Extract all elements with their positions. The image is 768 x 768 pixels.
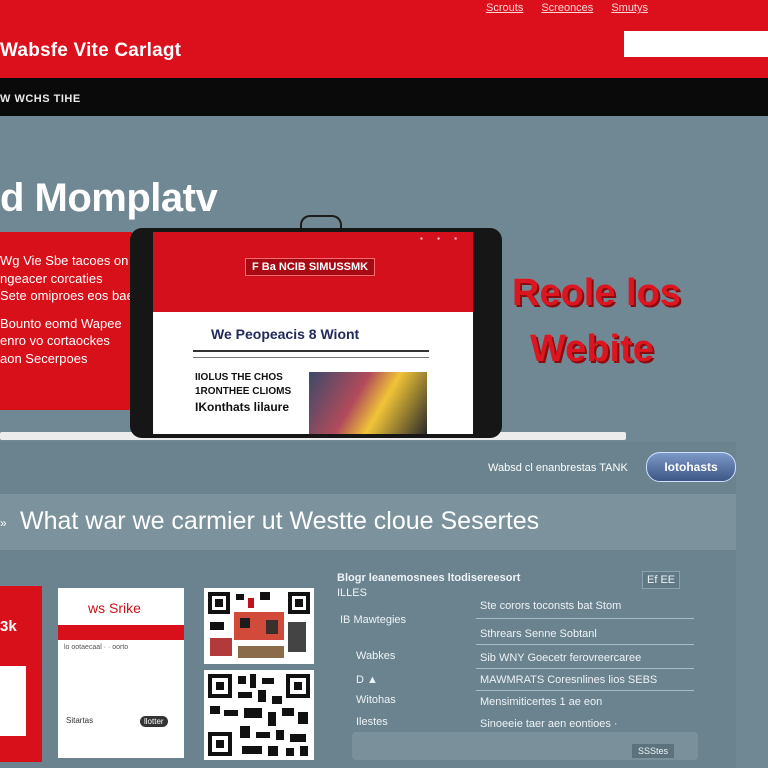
top-link-screonces[interactable]: Screonces [541,2,593,14]
hero-line: Wg Vie Sbe tacoes on [0,253,129,268]
top-link-scrouts[interactable]: Scrouts [486,2,523,14]
divider [476,644,694,645]
hero-line: ngeacer corcaties [0,270,103,286]
hero-line: aon Secerpoes [0,350,88,366]
panel-subheading: ILLES [337,587,367,599]
panel-bottom-tag[interactable]: SSStes [632,744,675,758]
card-white-tag[interactable]: llotter [140,716,168,727]
menu-item-right[interactable]: Mensimiticertes 1 ae eon [480,696,602,708]
top-links: Scrouts Screonces Smutys [486,2,648,14]
divider [476,690,694,691]
window-controls-icon: ▪ ▪ ▪ [420,234,463,243]
menu-item-left[interactable]: IB Mawtegies [340,614,406,626]
screen-photo [309,372,427,434]
menu-item-left[interactable]: D ▲ [356,674,378,686]
menu-item-right[interactable]: MAWMRATS Coresnlines lios SEBS [480,674,657,686]
hero-line: Bounto eomd Wapee [0,315,122,331]
panel-tag[interactable]: Ef EE [642,571,681,589]
card-white-bar [58,625,184,640]
nav-bar [0,78,768,116]
top-link-smutys[interactable]: Smutys [611,2,648,14]
site-logo-text[interactable]: Wabsfe Vite Carlagt [0,40,181,62]
panel-heading: Blogr leanemosnees ltodisereesort [337,572,521,584]
menu-item-right[interactable]: Sib WNY Goecetr ferovreercaree [480,652,641,664]
divider [193,357,429,358]
nav-item[interactable]: W WCHS TIHE [0,93,81,105]
card-red-block [0,666,26,736]
menu-item-left[interactable]: Witohas [356,694,396,706]
menu-item-left[interactable]: Ilestes [356,716,388,728]
services-title: What war we carmier ut Westte cloue Sese… [20,507,540,535]
card-white-title: ws Srike [88,600,141,616]
strip-badge-button[interactable]: Iotohasts [646,452,736,482]
divider [476,618,694,619]
side-title-line2: Webite [530,328,654,370]
search-input[interactable] [624,31,768,57]
hero-line: enro vo cortaockes [0,333,110,348]
divider [476,668,694,669]
card-red-text: 3k [0,618,17,635]
screen-text: IIOLUS THE CHOS [195,372,283,383]
hero-title: d Momplatv [0,176,218,220]
side-title-line1: Reole los [512,272,681,314]
menu-item-right[interactable]: Sinoeeie taer aen eontioes · [480,718,618,730]
screen-heading: We Peopeacis 8 Wiont [211,326,360,342]
menu-item-right[interactable]: Ste corors toconsts bat Stom [480,600,621,612]
card-white-text: lo ootaecaal · · oorto [64,644,129,651]
qr-code-image [204,670,314,760]
divider [193,350,429,352]
qr-code-icon [208,592,310,658]
card-white-footer: Sitartas [66,716,94,725]
laptop-screen: ▪ ▪ ▪ F Ba NCIB SIMUSSMK We Peopeacis 8 … [153,232,473,434]
screen-banner: F Ba NCIB SIMUSSMK [245,258,376,276]
hero-text-lines: Wg Vie Sbe tacoes on ngeacer corcaties S… [0,252,134,367]
menu-item-left[interactable]: Wabkes [356,650,395,662]
qr-code-icon [208,674,310,756]
screen-text: IKonthats lilaure [195,400,290,414]
hero-line: Sete omiproes eos bae [0,288,134,303]
chevron-right-icon: » [0,516,7,530]
menu-item-right[interactable]: Sthrears Senne Sobtanl [480,628,597,640]
strip-text: Wabsd cl enanbrestas TANK [488,462,628,474]
qr-code-image [204,588,314,664]
screen-text: 1RONTHEE CLIOMS [195,386,292,397]
